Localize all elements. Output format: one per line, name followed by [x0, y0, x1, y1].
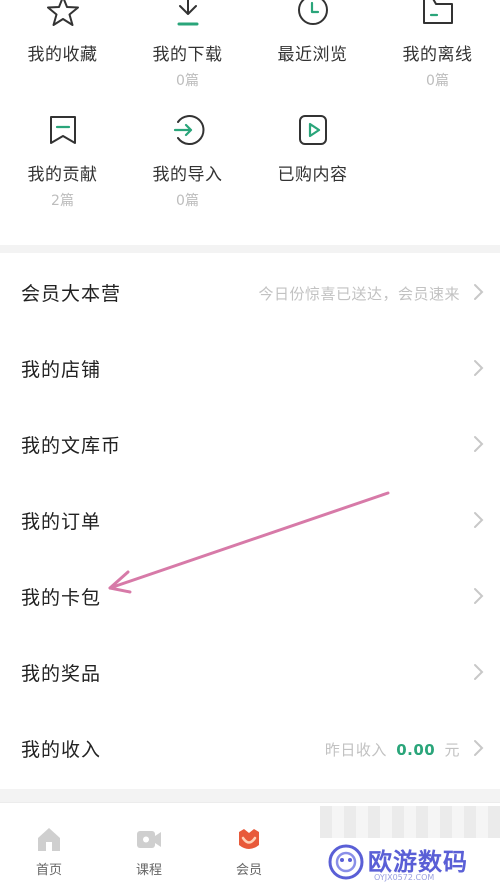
menu-list: 会员大本营 今日份惊喜已送达，会员速来 我的店铺 我的文库币 我的订单 我的卡包…	[0, 253, 500, 789]
offline-count: 0篇	[426, 73, 449, 89]
chevron-right-icon	[474, 664, 484, 680]
list-item-title: 我的店铺	[21, 359, 102, 381]
watermark-logo-icon	[328, 844, 364, 880]
list-item-title: 我的文库币	[21, 435, 122, 457]
star-icon	[46, 0, 79, 26]
vip-icon	[239, 829, 259, 849]
downloads-label: 我的下载	[152, 45, 223, 65]
list-item-title: 会员大本营	[21, 283, 122, 305]
downloads-item[interactable]: 我的下载 0篇	[125, 0, 250, 100]
income-hint-prefix: 昨日收入	[324, 741, 387, 759]
tab-home-label: 首页	[35, 863, 62, 878]
chevron-right-icon	[474, 284, 484, 300]
chevron-right-icon	[474, 588, 484, 604]
chevron-right-icon	[474, 740, 484, 756]
tab-vip[interactable]: 会员	[214, 825, 284, 878]
shortcut-row-1: 我的收藏 我的下载 0篇 最近浏览 我的离线 0篇	[0, 0, 500, 100]
list-item-income[interactable]: 我的收入 昨日收入 0.00 元	[0, 709, 500, 785]
list-item-title: 我的订单	[21, 511, 102, 533]
list-item-vip-camp[interactable]: 会员大本营 今日份惊喜已送达，会员速来	[0, 253, 500, 329]
list-item-title: 我的收入	[21, 739, 102, 761]
download-icon	[177, 0, 198, 26]
downloads-count: 0篇	[176, 73, 199, 89]
chevron-right-icon	[474, 436, 484, 452]
list-item-title: 我的奖品	[21, 663, 102, 685]
tab-course-label: 课程	[135, 863, 162, 878]
income-hint-suffix: 元	[444, 741, 460, 759]
offline-item[interactable]: 我的离线 0篇	[375, 0, 500, 100]
import-item[interactable]: 我的导入 0篇	[125, 112, 250, 212]
watermark: 欧游数码 OYJX0572.COM	[326, 840, 500, 886]
watermark-text: 欧游数码	[368, 848, 468, 876]
import-count: 0篇	[176, 193, 199, 209]
list-item-my-store[interactable]: 我的店铺	[0, 329, 500, 405]
list-item-prizes[interactable]: 我的奖品	[0, 633, 500, 709]
pixelated-area	[320, 806, 500, 838]
chevron-right-icon	[474, 512, 484, 528]
clock-icon	[297, 0, 328, 25]
list-item-card-wallet[interactable]: 我的卡包	[0, 557, 500, 633]
purchased-item[interactable]: 已购内容	[250, 112, 375, 212]
contribution-count: 2篇	[51, 193, 74, 209]
import-label: 我的导入	[152, 165, 223, 185]
income-amount: 0.00	[396, 741, 436, 759]
tab-home[interactable]: 首页	[14, 825, 84, 878]
tab-vip-label: 会员	[235, 863, 262, 878]
contribution-icon	[49, 116, 76, 144]
contribution-label: 我的贡献	[27, 165, 98, 185]
favorites-item[interactable]: 我的收藏	[0, 0, 125, 100]
purchased-icon	[298, 115, 327, 145]
recent-item[interactable]: 最近浏览	[250, 0, 375, 100]
favorites-label: 我的收藏	[27, 45, 98, 65]
list-item-hint: 今日份惊喜已送达，会员速来	[258, 285, 460, 303]
contribution-item[interactable]: 我的贡献 2篇	[0, 112, 125, 212]
watermark-subtext: OYJX0572.COM	[374, 873, 435, 882]
home-icon	[38, 828, 60, 851]
tab-course[interactable]: 课程	[114, 825, 184, 878]
import-icon	[173, 115, 204, 145]
purchased-label: 已购内容	[277, 165, 348, 185]
shortcut-grid: 我的收藏 我的下载 0篇 最近浏览 我的离线 0篇 我的贡献 2篇 我的导入 0…	[0, 0, 500, 245]
chevron-right-icon	[474, 360, 484, 376]
offline-label: 我的离线	[402, 45, 473, 65]
recent-label: 最近浏览	[277, 45, 348, 65]
list-item-orders[interactable]: 我的订单	[0, 481, 500, 557]
list-item-title: 我的卡包	[21, 587, 102, 609]
income-hint: 昨日收入 0.00 元	[325, 739, 460, 760]
folder-icon	[422, 0, 453, 24]
list-item-coins[interactable]: 我的文库币	[0, 405, 500, 481]
course-icon	[137, 831, 161, 848]
shortcut-row-2: 我的贡献 2篇 我的导入 0篇 已购内容	[0, 112, 500, 212]
